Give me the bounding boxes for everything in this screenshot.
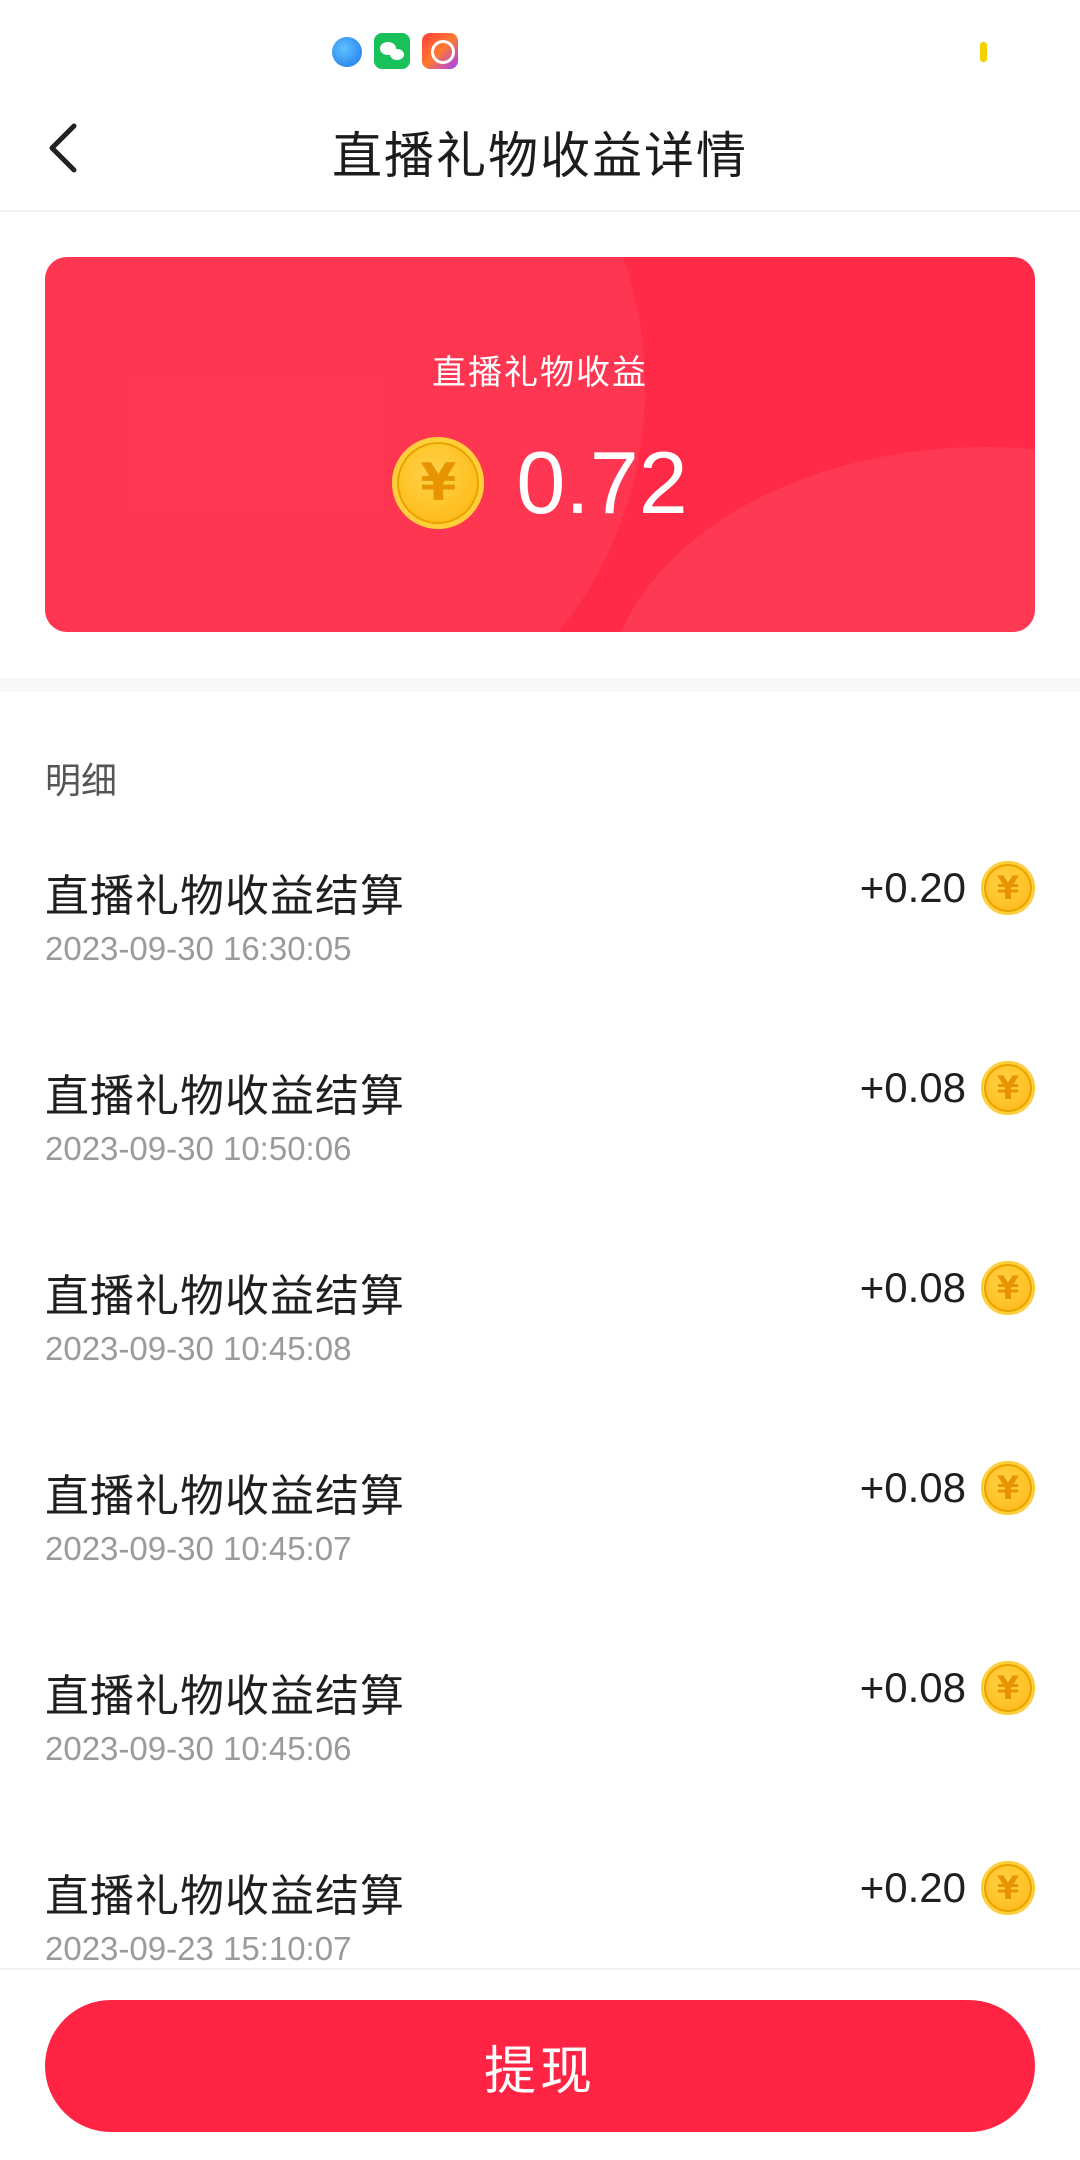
- coin-icon: ¥: [981, 1261, 1035, 1315]
- item-title: 直播礼物收益结算: [45, 1071, 405, 1122]
- kuaishou-icon: [422, 33, 458, 69]
- item-amount: +0.08: [859, 1664, 966, 1711]
- summary-label: 直播礼物收益: [432, 353, 648, 393]
- header: 直播礼物收益详情: [0, 90, 1080, 212]
- status-indicator: [980, 42, 987, 62]
- item-amount: +0.08: [859, 1464, 966, 1511]
- coin-icon: ¥: [392, 437, 485, 529]
- summary-amount: 0.72: [516, 433, 688, 532]
- coin-icon: ¥: [981, 861, 1035, 915]
- list-item[interactable]: 直播礼物收益结算 2023-09-30 16:30:05 +0.20 ¥: [0, 840, 1080, 1040]
- coin-symbol: ¥: [996, 1869, 1020, 1907]
- item-title: 直播礼物收益结算: [45, 1271, 405, 1322]
- list-item[interactable]: 直播礼物收益结算 2023-09-30 10:45:08 +0.08 ¥: [0, 1240, 1080, 1440]
- list-item[interactable]: 直播礼物收益结算 2023-09-30 10:45:07 +0.08 ¥: [0, 1440, 1080, 1640]
- item-title: 直播礼物收益结算: [45, 1871, 405, 1922]
- coin-symbol: ¥: [996, 869, 1020, 907]
- item-amount: +0.08: [859, 1064, 966, 1111]
- coin-symbol: ¥: [996, 1669, 1020, 1707]
- item-time: 2023-09-30 16:30:05: [45, 930, 352, 967]
- coin-icon: ¥: [981, 1861, 1035, 1915]
- item-time: 2023-09-30 10:45:08: [45, 1330, 352, 1367]
- blue-app-icon: [332, 37, 362, 67]
- item-title: 直播礼物收益结算: [45, 871, 405, 922]
- item-time: 2023-09-30 10:45:07: [45, 1530, 352, 1567]
- item-amount: +0.20: [859, 864, 966, 911]
- item-amount: +0.08: [859, 1264, 966, 1311]
- coin-icon: ¥: [981, 1661, 1035, 1715]
- status-bar: [0, 0, 1080, 90]
- item-time: 2023-09-30 10:50:06: [45, 1130, 352, 1167]
- list-item[interactable]: 直播礼物收益结算 2023-09-30 10:45:06 +0.08 ¥: [0, 1640, 1080, 1840]
- item-title: 直播礼物收益结算: [45, 1671, 405, 1722]
- item-amount: +0.20: [859, 1864, 966, 1911]
- status-notification-icons: [332, 33, 458, 69]
- bottom-action-bar: 提现: [0, 1968, 1080, 2160]
- item-title: 直播礼物收益结算: [45, 1471, 405, 1522]
- wechat-icon: [374, 33, 410, 69]
- details-list: 直播礼物收益结算 2023-09-30 16:30:05 +0.20 ¥ 直播礼…: [0, 840, 1080, 2040]
- coin-symbol: ¥: [996, 1469, 1020, 1507]
- page-title: 直播礼物收益详情: [332, 127, 748, 185]
- coin-icon: ¥: [981, 1461, 1035, 1515]
- withdraw-button[interactable]: 提现: [45, 2000, 1035, 2132]
- coin-symbol: ¥: [996, 1069, 1020, 1107]
- coin-symbol: ¥: [420, 453, 457, 513]
- section-divider: [0, 678, 1080, 692]
- list-item[interactable]: 直播礼物收益结算 2023-09-30 10:50:06 +0.08 ¥: [0, 1040, 1080, 1240]
- coin-symbol: ¥: [996, 1269, 1020, 1307]
- item-time: 2023-09-30 10:45:06: [45, 1730, 352, 1767]
- summary-amount-row: ¥ 0.72: [45, 432, 1035, 534]
- earnings-summary-card: 直播礼物收益 ¥ 0.72: [45, 257, 1035, 632]
- coin-icon: ¥: [981, 1061, 1035, 1115]
- details-section-label: 明细: [45, 761, 118, 802]
- item-time: 2023-09-23 15:10:07: [45, 1930, 352, 1967]
